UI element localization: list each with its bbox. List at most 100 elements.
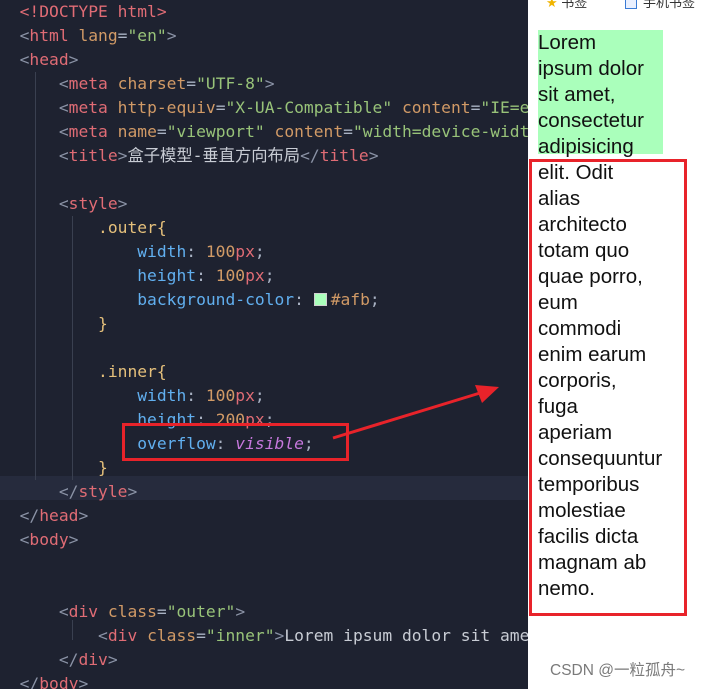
code-token: style [68, 194, 118, 213]
code-token: ; [254, 386, 265, 405]
code-token: 盒子模型-垂直方向布局 [127, 146, 301, 165]
code-token: = [470, 98, 481, 117]
document-icon [625, 0, 637, 9]
code-token: > [78, 674, 89, 689]
code-token: .outer{ [98, 218, 167, 237]
code-token: > [68, 530, 79, 549]
code-token: <!DOCTYPE html> [19, 2, 167, 21]
code-token: body [29, 530, 69, 549]
code-token: px [245, 266, 265, 285]
code-token: content [274, 122, 344, 141]
inner-text-line: adipisicing [538, 135, 634, 158]
code-token: body [39, 674, 79, 689]
code-line: <meta name="viewport" content="width=dev… [0, 120, 528, 144]
watermark: CSDN @一粒孤舟~ [550, 662, 686, 679]
code-token: px [235, 242, 255, 261]
code-token: > [274, 626, 285, 645]
code-token: < [58, 146, 69, 165]
code-token: #afb [330, 290, 370, 309]
code-token: < [98, 626, 108, 645]
code-token: 100 [205, 242, 236, 261]
code-token: < [58, 74, 69, 93]
inner-text-line: ipsum dolor [538, 57, 644, 80]
code-token: </ [19, 506, 40, 525]
code-line: </style> [0, 480, 137, 504]
code-token: name [117, 122, 157, 141]
code-line: } [0, 456, 108, 480]
code-token: } [98, 458, 108, 477]
code-token: "UTF-8" [196, 74, 265, 93]
code-token: > [117, 146, 128, 165]
code-token: "en" [127, 26, 167, 45]
code-token: title [319, 146, 369, 165]
inner-text-line: Lorem [538, 31, 597, 54]
code-token: > [166, 26, 177, 45]
bookmarks-bar: ★ 书签 手机书签 [528, 0, 723, 11]
code-token: 100 [215, 266, 246, 285]
code-line: width: 100px; [0, 240, 265, 264]
code-editor[interactable]: <!DOCTYPE html> <html lang="en"> <head> … [0, 0, 528, 689]
code-token: </ [19, 674, 40, 689]
code-token: > [78, 506, 89, 525]
code-token: div [78, 650, 108, 669]
code-line: <head> [0, 48, 79, 72]
bookmark-item[interactable]: ★ 书签 [546, 0, 587, 11]
code-token: "width=device-width" [352, 122, 528, 141]
code-token: meta [68, 74, 118, 93]
code-token: div [107, 626, 148, 645]
code-token: class [107, 602, 157, 621]
code-line: background-color: #afb; [0, 288, 379, 312]
code-line: <div class="inner">Lorem ipsum dolor sit… [0, 624, 528, 648]
bookmark-label: 手机书签 [643, 0, 696, 10]
code-token: .inner{ [98, 362, 167, 381]
code-token: : [186, 386, 206, 405]
code-token: div [68, 602, 108, 621]
code-line: .outer{ [0, 216, 167, 240]
code-token: = [117, 26, 128, 45]
code-token: "viewport" [166, 122, 265, 141]
code-token: < [58, 122, 69, 141]
bookmark-label: 书签 [561, 0, 588, 10]
code-token: < [19, 50, 30, 69]
code-token: > [235, 602, 246, 621]
code-token: lang [78, 26, 118, 45]
code-line: <!DOCTYPE html> [0, 0, 167, 24]
code-token: </ [58, 650, 79, 669]
code-token: background-color [137, 290, 295, 309]
code-token: > [107, 650, 118, 669]
code-line: .inner{ [0, 360, 167, 384]
code-token: = [186, 74, 197, 93]
code-token: </ [300, 146, 320, 165]
code-line: } [0, 312, 108, 336]
code-line: width: 100px; [0, 384, 265, 408]
code-token: < [58, 98, 69, 117]
code-token: < [19, 530, 30, 549]
code-token: } [98, 314, 108, 333]
code-token: 100 [205, 386, 236, 405]
code-token: "IE=edge" [480, 98, 528, 117]
code-token: < [19, 26, 30, 45]
overflow-highlight-box [122, 423, 349, 461]
bookmark-item[interactable]: 手机书签 [625, 0, 695, 11]
code-token: title [68, 146, 118, 165]
code-token: </ [58, 482, 79, 501]
code-token: ; [254, 242, 265, 261]
code-line: <html lang="en"> [0, 24, 177, 48]
code-token: > [117, 194, 128, 213]
